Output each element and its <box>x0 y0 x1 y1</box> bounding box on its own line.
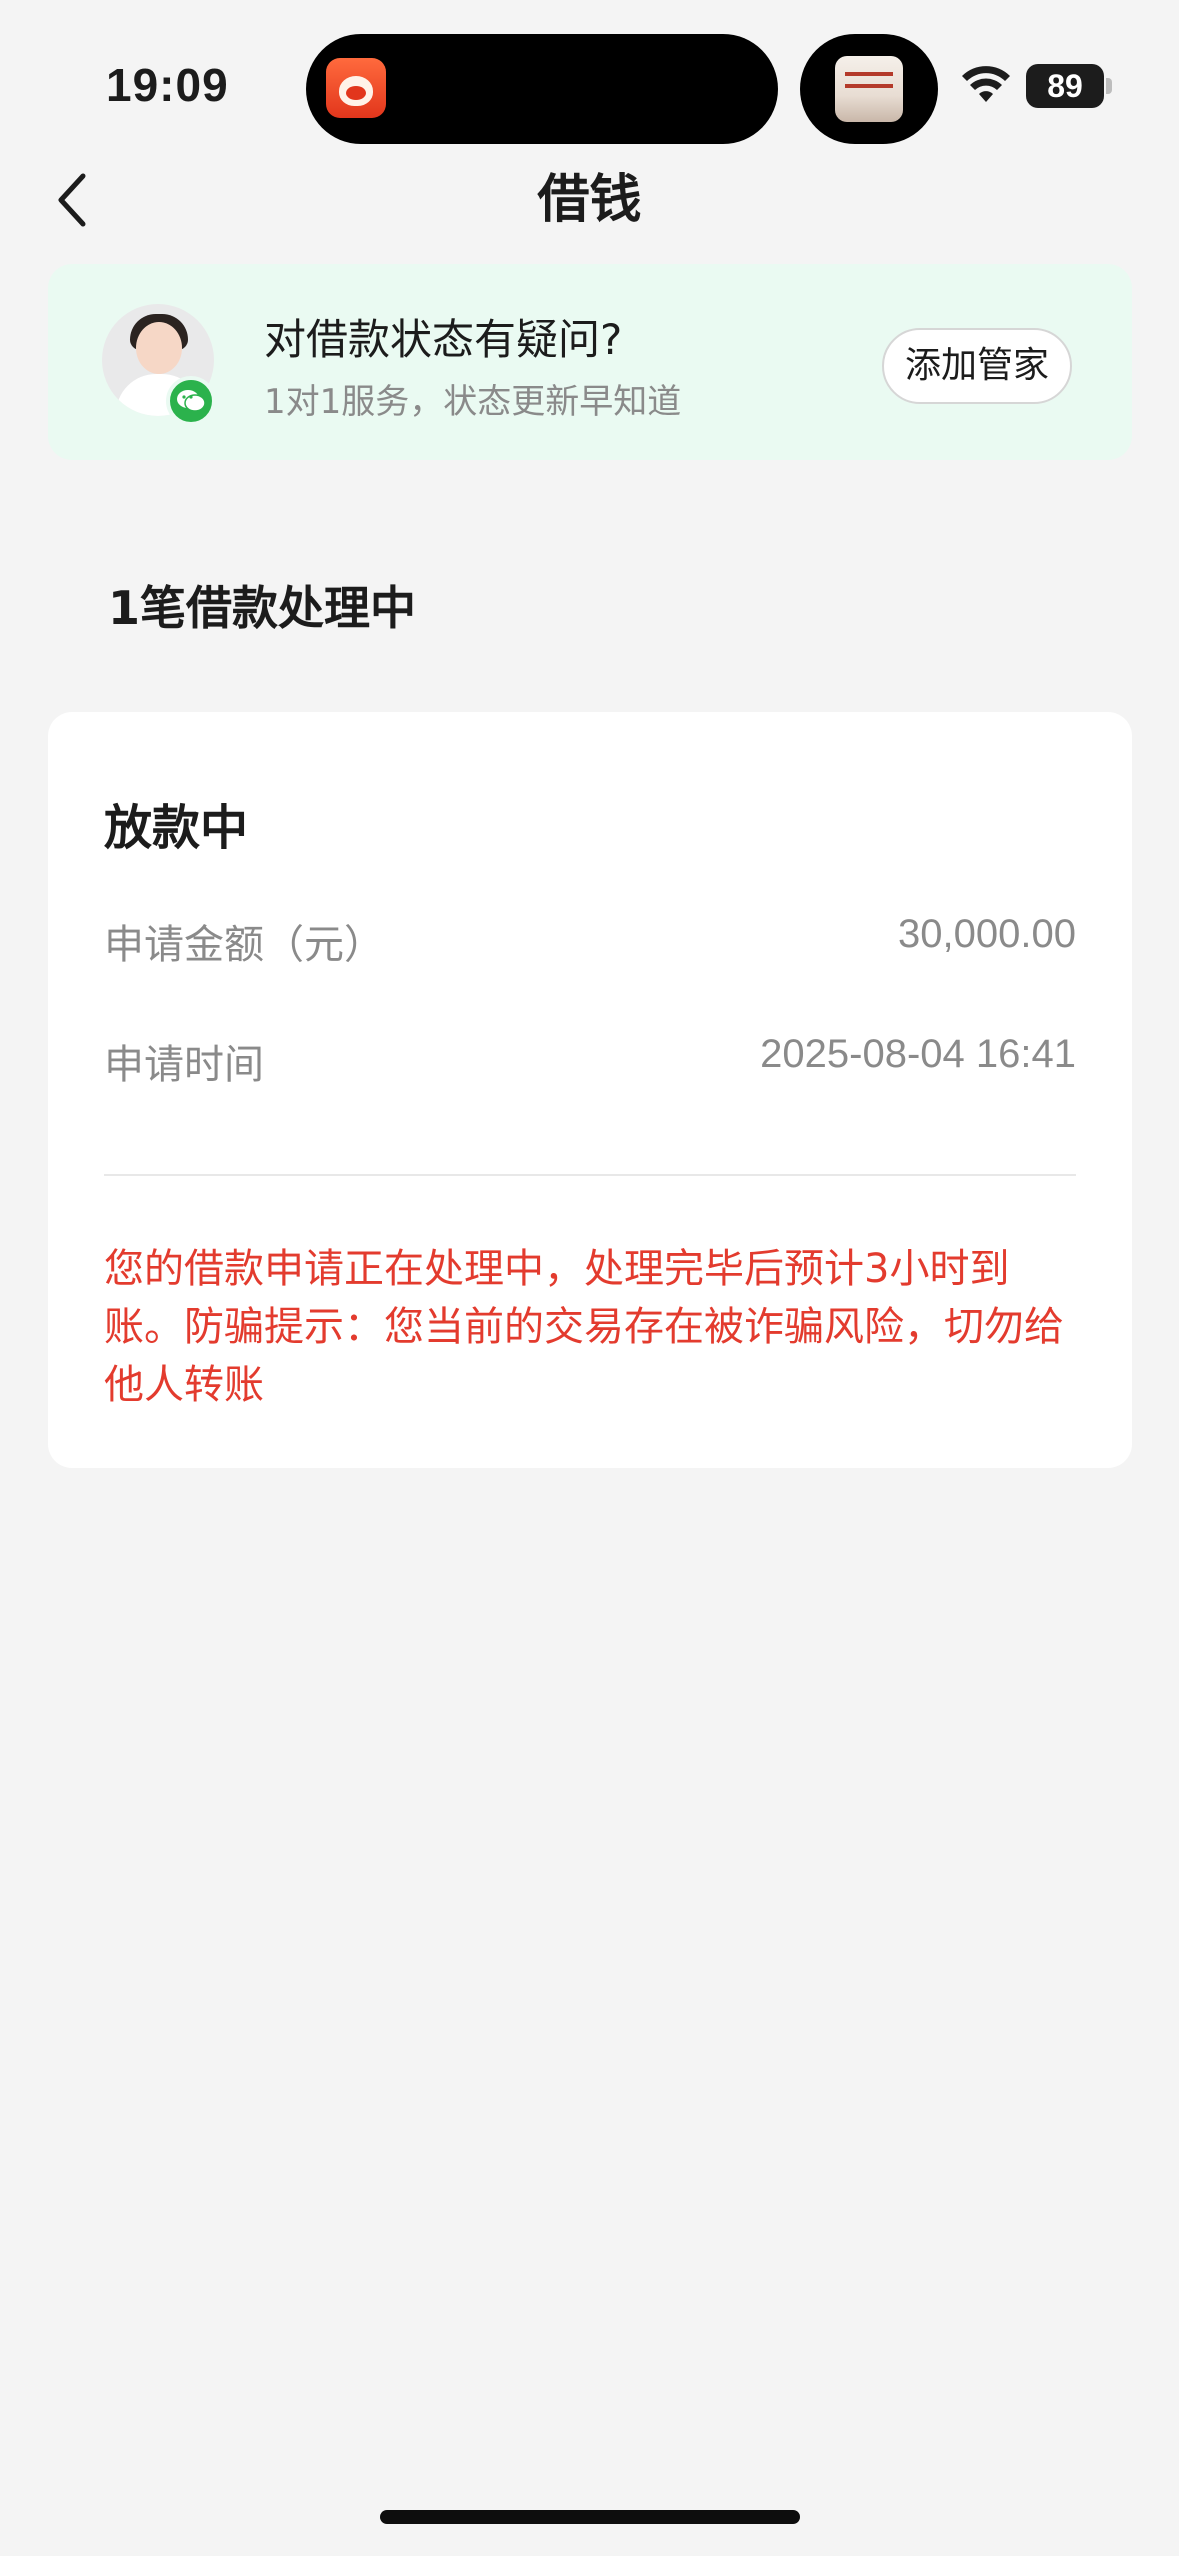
section-heading: 1笔借款处理中 <box>108 581 417 635</box>
apply-time-value: 2025-08-04 16:41 <box>760 1032 1076 1076</box>
media-thumbnail-icon <box>835 56 903 122</box>
fraud-warning-notice: 您的借款申请正在处理中，处理完毕后预计3小时到账。防骗提示：您当前的交易存在被诈… <box>104 1246 1064 1408</box>
amount-label: 申请金额（元） <box>104 922 384 968</box>
banner-subtitle: 1对1服务，状态更新早知道 <box>264 382 682 422</box>
banner-title: 对借款状态有疑问? <box>264 315 623 364</box>
battery-icon: 89 <box>1026 64 1104 108</box>
wifi-icon <box>962 66 1010 102</box>
dynamic-island[interactable] <box>306 34 778 144</box>
loan-status-card[interactable]: 放款中 申请金额（元） 30,000.00 申请时间 2025-08-04 16… <box>48 712 1132 1468</box>
battery-cap <box>1106 78 1112 94</box>
service-banner[interactable]: 对借款状态有疑问? 1对1服务，状态更新早知道 添加管家 <box>48 264 1132 460</box>
apply-time-label: 申请时间 <box>104 1042 264 1088</box>
app-icon[interactable] <box>326 58 386 118</box>
live-activity-thumbnail[interactable] <box>800 34 938 144</box>
status-time: 19:09 <box>106 59 229 111</box>
nav-bar: 借钱 <box>0 150 1179 250</box>
wechat-icon <box>166 376 216 426</box>
status-bar: 19:09 89 <box>0 0 1179 150</box>
add-butler-button[interactable]: 添加管家 <box>882 328 1072 404</box>
home-indicator[interactable] <box>380 2510 800 2524</box>
divider <box>104 1174 1076 1176</box>
loan-status: 放款中 <box>104 800 249 856</box>
page-title: 借钱 <box>537 170 642 230</box>
amount-value: 30,000.00 <box>898 912 1076 956</box>
